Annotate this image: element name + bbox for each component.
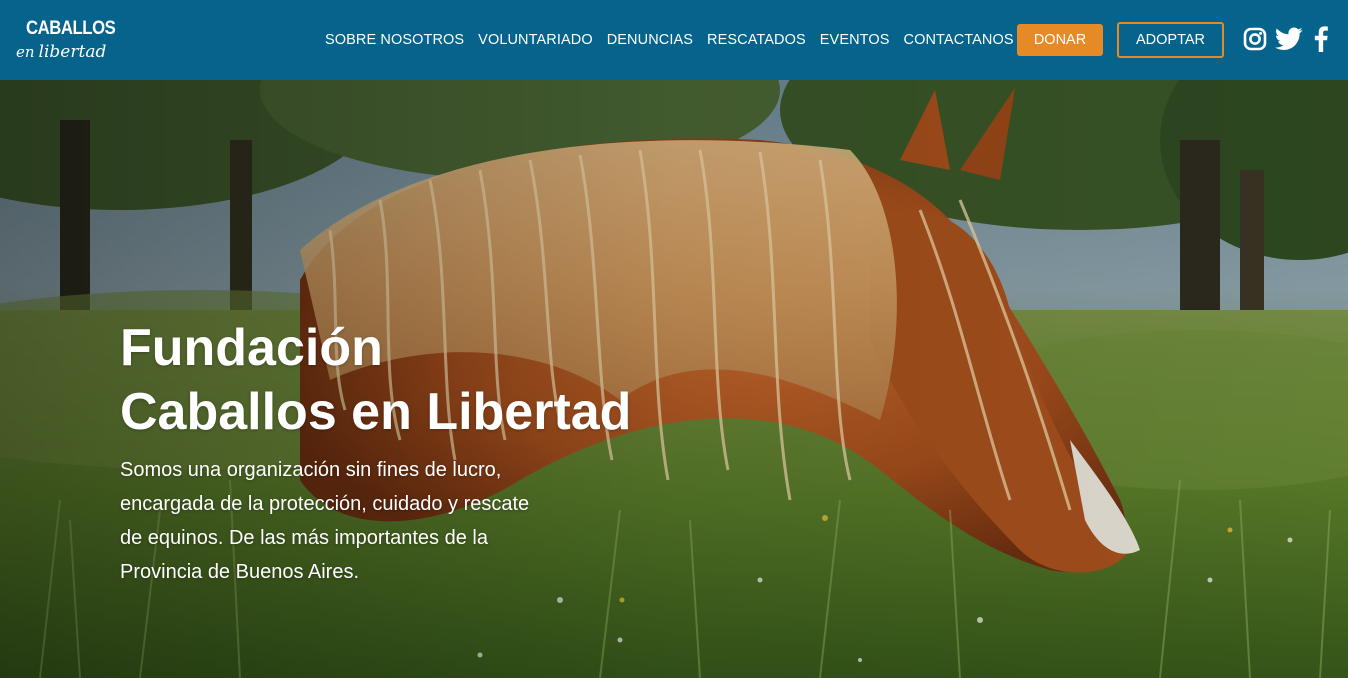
nav-link-voluntariado[interactable]: VOLUNTARIADO bbox=[478, 32, 593, 48]
nav-link-sobre-nosotros[interactable]: SOBRE NOSOTROS bbox=[325, 32, 464, 48]
brand-logo[interactable]: CABALLOS en libertad bbox=[16, 16, 116, 66]
facebook-icon[interactable] bbox=[1307, 24, 1335, 54]
nav-link-contactanos[interactable]: CONTACTANOS bbox=[904, 32, 1014, 48]
logo-wordmark-bottom: en libertad bbox=[16, 42, 106, 62]
logo-wordmark-top: CABALLOS bbox=[26, 18, 116, 39]
logo-en: en bbox=[16, 43, 35, 61]
nav-link-rescatados[interactable]: RESCATADOS bbox=[707, 32, 806, 48]
instagram-icon[interactable] bbox=[1241, 24, 1269, 54]
main-nav: SOBRE NOSOTROS VOLUNTARIADO DENUNCIAS RE… bbox=[318, 0, 1021, 80]
hero-title-line-2: Caballos en Libertad bbox=[120, 383, 632, 441]
adopt-button[interactable]: ADOPTAR bbox=[1117, 22, 1224, 58]
hero-title: Fundación Caballos en Libertad bbox=[120, 316, 740, 444]
navbar: CABALLOS en libertad SOBRE NOSOTROS VOLUN… bbox=[0, 0, 1348, 80]
hero-section: Fundación Caballos en Libertad Somos una… bbox=[0, 80, 1348, 678]
hero-title-line-1: Fundación bbox=[120, 319, 383, 377]
nav-link-eventos[interactable]: EVENTOS bbox=[820, 32, 890, 48]
logo-script: libertad bbox=[38, 42, 107, 62]
twitter-icon[interactable] bbox=[1275, 24, 1303, 54]
hero-description: Somos una organización sin fines de lucr… bbox=[120, 459, 530, 583]
donate-button[interactable]: DONAR bbox=[1017, 24, 1103, 56]
nav-link-denuncias[interactable]: DENUNCIAS bbox=[607, 32, 693, 48]
